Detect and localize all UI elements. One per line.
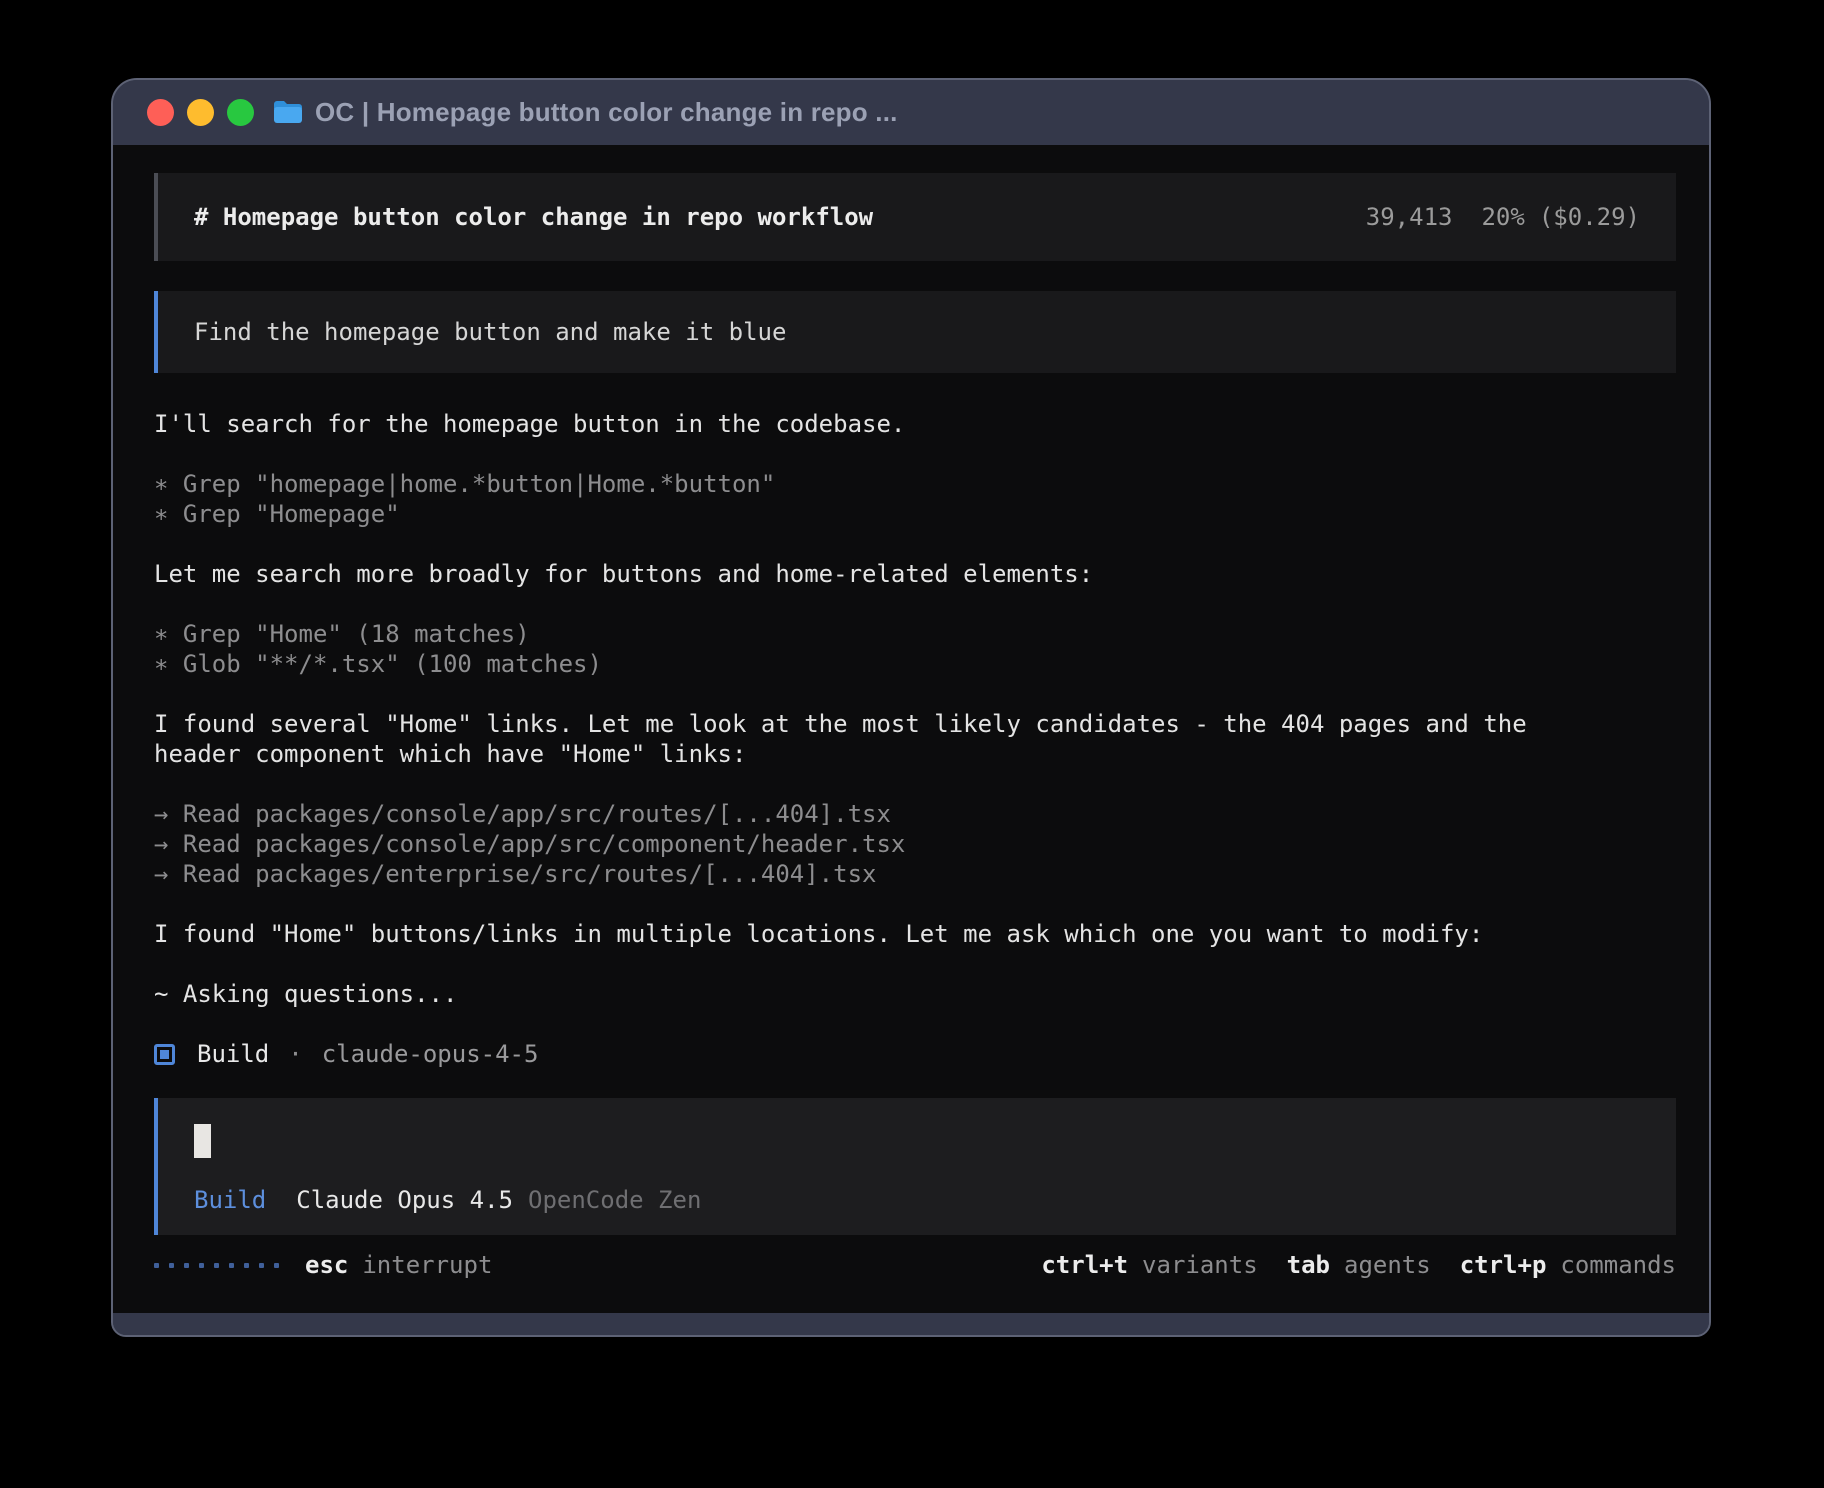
status-bar-left: esc interrupt (154, 1251, 492, 1279)
maximize-button[interactable] (227, 99, 254, 126)
transcript-line: I found "Home" buttons/links in multiple… (154, 919, 1676, 949)
shortcut-key: ctrl+t (1041, 1251, 1128, 1279)
spinner-dot (184, 1263, 189, 1268)
token-count: 39,413 (1366, 203, 1453, 231)
shortcut-hint: tab agents (1287, 1251, 1431, 1279)
transcript-line: Let me search more broadly for buttons a… (154, 559, 1676, 589)
status-bar: esc interrupt ctrl+tvariantstabagentsctr… (154, 1250, 1676, 1280)
transcript-line (154, 889, 1676, 919)
esc-key-hint: esc (305, 1251, 348, 1279)
esc-key-label: interrupt (362, 1251, 492, 1279)
session-cost: ($0.29) (1539, 203, 1640, 231)
traffic-lights (147, 99, 254, 126)
user-message-text: Find the homepage button and make it blu… (194, 318, 786, 346)
spinner-dot (199, 1263, 204, 1268)
user-message: Find the homepage button and make it blu… (154, 291, 1676, 373)
spinner-dot (274, 1263, 279, 1268)
window-title: OC | Homepage button color change in rep… (315, 97, 898, 128)
session-title: # Homepage button color change in repo w… (194, 203, 873, 231)
spinner-dot (154, 1263, 159, 1268)
transcript-line: ∗ Grep "homepage|home.*button|Home.*butt… (154, 469, 1676, 499)
session-header: # Homepage button color change in repo w… (154, 173, 1676, 261)
shortcut-key: tab (1287, 1251, 1330, 1279)
input-model-label[interactable]: Claude Opus 4.5 (296, 1185, 513, 1215)
window-titlebar: OC | Homepage button color change in rep… (113, 80, 1709, 145)
shortcut-label: variants (1142, 1251, 1258, 1279)
agent-name: Build (197, 1040, 269, 1068)
transcript-line: header component which have "Home" links… (154, 739, 1676, 769)
folder-icon (273, 100, 303, 125)
transcript-line (154, 679, 1676, 709)
transcript-line (154, 769, 1676, 799)
transcript-line: → Read packages/console/app/src/routes/[… (154, 799, 1676, 829)
context-percent: 20% (1481, 203, 1524, 231)
shortcut-key: ctrl+p (1460, 1251, 1547, 1279)
agent-build-icon (154, 1044, 175, 1065)
minimize-button[interactable] (187, 99, 214, 126)
window-footer-strip (113, 1313, 1709, 1335)
spinner-dot (244, 1263, 249, 1268)
separator-dot: · (288, 1040, 302, 1068)
transcript-line: ∗ Grep "Home" (18 matches) (154, 619, 1676, 649)
terminal-window: OC | Homepage button color change in rep… (111, 78, 1711, 1337)
transcript-line: ~ Asking questions... (154, 979, 1676, 1009)
session-stats: 39,413 20% ($0.29) (1366, 203, 1640, 231)
input-meta: Build Claude Opus 4.5 OpenCode Zen (194, 1185, 1640, 1215)
close-button[interactable] (147, 99, 174, 126)
transcript-line: I found several "Home" links. Let me loo… (154, 709, 1676, 739)
transcript: I'll search for the homepage button in t… (154, 409, 1676, 1039)
spinner-dot (214, 1263, 219, 1268)
transcript-line (154, 1009, 1676, 1039)
spinner-dots (154, 1263, 279, 1268)
statusbar-shortcuts: ctrl+t variants tab agents ctrl+p commands (1012, 1251, 1676, 1279)
transcript-line (154, 949, 1676, 979)
transcript-line (154, 529, 1676, 559)
spinner-dot (169, 1263, 174, 1268)
transcript-line: → Read packages/console/app/src/componen… (154, 829, 1676, 859)
transcript-line: ∗ Grep "Homepage" (154, 499, 1676, 529)
agent-status-line: Build · claude-opus-4-5 (154, 1039, 1676, 1069)
transcript-line: I'll search for the homepage button in t… (154, 409, 1676, 439)
agent-model: claude-opus-4-5 (322, 1040, 539, 1068)
transcript-line (154, 439, 1676, 469)
transcript-line (154, 589, 1676, 619)
shortcut-label: commands (1560, 1251, 1676, 1279)
text-cursor (194, 1124, 211, 1158)
shortcut-label: agents (1344, 1251, 1431, 1279)
terminal-content: # Homepage button color change in repo w… (113, 145, 1709, 1313)
prompt-input[interactable]: Build Claude Opus 4.5 OpenCode Zen (154, 1098, 1676, 1235)
transcript-line: ∗ Glob "**/*.tsx" (100 matches) (154, 649, 1676, 679)
input-provider-label: OpenCode Zen (528, 1185, 701, 1215)
transcript-line: → Read packages/enterprise/src/routes/[.… (154, 859, 1676, 889)
spinner-dot (229, 1263, 234, 1268)
input-agent-label[interactable]: Build (194, 1185, 266, 1215)
shortcut-hint: ctrl+t variants (1041, 1251, 1257, 1279)
spinner-dot (259, 1263, 264, 1268)
shortcut-hint: ctrl+p commands (1460, 1251, 1676, 1279)
